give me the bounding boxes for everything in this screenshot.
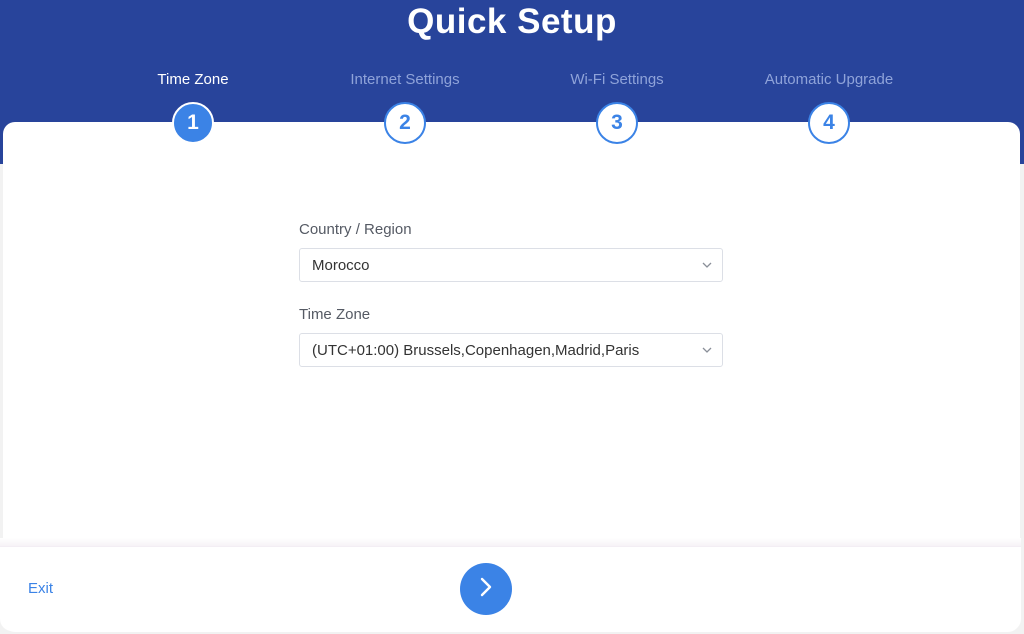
country-region-select[interactable]: Morocco	[299, 248, 723, 282]
country-region-value: Morocco	[312, 256, 370, 274]
time-zone-label: Time Zone	[299, 306, 371, 323]
step-label-automatic-upgrade: Automatic Upgrade	[764, 71, 894, 88]
time-zone-select[interactable]: (UTC+01:00) Brussels,Copenhagen,Madrid,P…	[299, 333, 723, 367]
next-button[interactable]	[460, 563, 512, 615]
exit-link[interactable]: Exit	[28, 580, 53, 597]
step-indicator-2: 2	[384, 102, 426, 144]
step-indicator-3: 3	[596, 102, 638, 144]
step-label-time-zone: Time Zone	[157, 71, 229, 88]
step-label-wifi-settings: Wi-Fi Settings	[570, 71, 664, 88]
chevron-down-icon	[692, 249, 722, 281]
step-label-internet-settings: Internet Settings	[350, 71, 460, 88]
step-indicator-1: 1	[172, 102, 214, 144]
chevron-right-icon	[479, 576, 493, 603]
chevron-down-icon	[692, 334, 722, 366]
page-title: Quick Setup	[407, 2, 617, 41]
country-region-label: Country / Region	[299, 221, 412, 238]
step-indicator-4: 4	[808, 102, 850, 144]
time-zone-value: (UTC+01:00) Brussels,Copenhagen,Madrid,P…	[312, 341, 640, 359]
